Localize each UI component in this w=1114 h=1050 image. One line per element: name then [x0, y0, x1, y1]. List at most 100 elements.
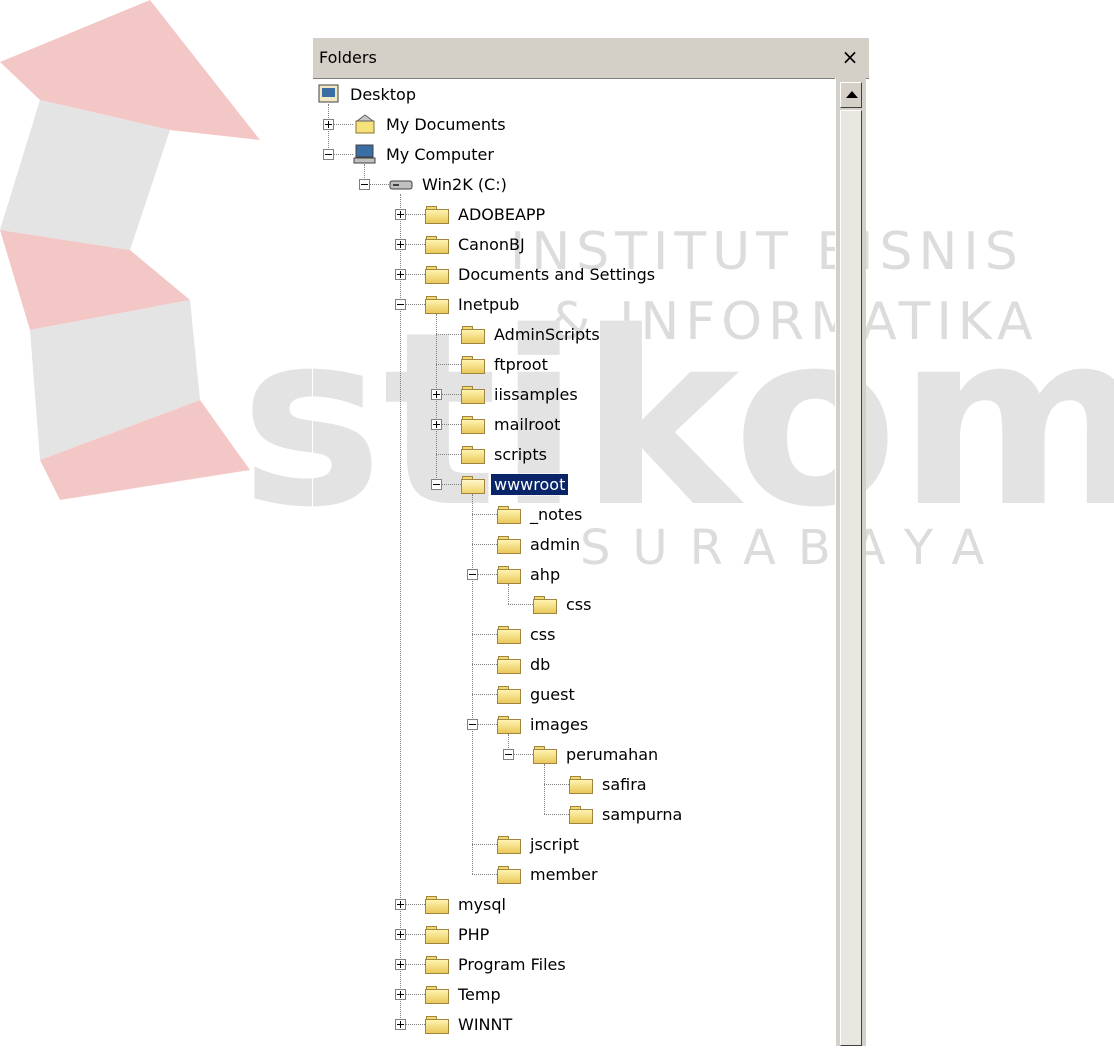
collapse-icon[interactable] [323, 149, 334, 160]
tree-item-label: My Documents [386, 114, 506, 134]
folder-icon [461, 324, 485, 344]
tree-item[interactable]: ADOBEAPP [425, 200, 548, 228]
collapse-icon[interactable] [503, 749, 514, 760]
tree-item[interactable]: WINNT [425, 1010, 515, 1038]
pane-header: Folders × [313, 38, 869, 79]
desktop-icon [317, 84, 341, 104]
folder-icon [569, 774, 593, 794]
tree-item-label: wwwroot [489, 472, 570, 496]
tree-connector [436, 454, 461, 455]
tree-item[interactable]: Temp [425, 980, 504, 1008]
tree-item[interactable]: Documents and Settings [425, 260, 658, 288]
tree-item[interactable]: ftproot [461, 350, 551, 378]
expand-icon[interactable] [431, 389, 442, 400]
tree-item[interactable]: jscript [497, 830, 582, 858]
folder-icon [497, 864, 521, 884]
tree-item-label: _notes [530, 504, 583, 524]
collapse-icon[interactable] [467, 569, 478, 580]
tree-item[interactable]: Inetpub [425, 290, 522, 318]
tree-item[interactable]: AdminScripts [461, 320, 603, 348]
my-computer-icon [353, 144, 377, 164]
tree-connector [544, 764, 545, 814]
tree-item[interactable]: Desktop [317, 80, 419, 108]
tree-item[interactable]: db [497, 650, 553, 678]
tree-item[interactable]: member [497, 860, 601, 888]
expand-icon[interactable] [395, 959, 406, 970]
folder-icon [461, 414, 485, 434]
tree-item[interactable]: My Computer [353, 140, 497, 168]
tree-item[interactable]: safira [569, 770, 650, 798]
folder-icon [497, 684, 521, 704]
tree-item-label: guest [530, 684, 575, 704]
close-button[interactable]: × [839, 46, 861, 68]
tree-connector [472, 514, 497, 515]
tree-item[interactable]: ahp [497, 560, 563, 588]
tree-item-label: images [530, 714, 589, 734]
folder-icon [533, 744, 557, 764]
tree-item[interactable]: My Documents [353, 110, 509, 138]
tree-item-label: ADOBEAPP [458, 204, 546, 224]
folder-icon [497, 564, 521, 584]
tree-item[interactable]: guest [497, 680, 578, 708]
tree-item-label: perumahan [566, 744, 659, 764]
tree-item[interactable]: _notes [497, 500, 585, 528]
collapse-icon[interactable] [467, 719, 478, 730]
tree-item-label: ahp [530, 564, 561, 584]
tree-item[interactable]: PHP [425, 920, 492, 948]
tree-connector [472, 664, 497, 665]
folder-icon [425, 1014, 449, 1034]
expand-icon[interactable] [395, 239, 406, 250]
tree-item-label: Temp [458, 984, 501, 1004]
tree-item[interactable]: css [497, 620, 558, 648]
folder-tree: Desktop My Documents My Computer Win2K (C:)… [313, 78, 835, 1046]
expand-icon[interactable] [395, 269, 406, 280]
folder-icon [425, 264, 449, 284]
scroll-up-button[interactable] [840, 82, 862, 108]
expand-icon[interactable] [395, 929, 406, 940]
expand-icon[interactable] [431, 419, 442, 430]
folder-icon [461, 354, 485, 374]
tree-item-label: AdminScripts [494, 324, 600, 344]
tree-item-label: ftproot [494, 354, 548, 374]
pane-title: Folders [319, 48, 377, 67]
tree-item[interactable]: images [497, 710, 591, 738]
scroll-thumb[interactable] [840, 110, 862, 1046]
tree-item[interactable]: perumahan [533, 740, 661, 768]
tree-item-label: CanonBJ [458, 234, 525, 254]
folder-icon [425, 294, 449, 314]
folder-icon [497, 534, 521, 554]
tree-item[interactable]: wwwroot [461, 470, 570, 498]
vertical-scrollbar[interactable] [835, 78, 866, 1046]
tree-item[interactable]: Win2K (C:) [389, 170, 510, 198]
expand-icon[interactable] [323, 119, 334, 130]
tree-item-label: Win2K (C:) [422, 174, 507, 194]
tree-item-label: Inetpub [458, 294, 520, 314]
tree-item[interactable]: mailroot [461, 410, 563, 438]
collapse-icon[interactable] [431, 479, 442, 490]
tree-item[interactable]: scripts [461, 440, 550, 468]
folder-icon [461, 384, 485, 404]
expand-icon[interactable] [395, 1019, 406, 1030]
expand-icon[interactable] [395, 899, 406, 910]
folder-icon [425, 894, 449, 914]
tree-item[interactable]: Program Files [425, 950, 569, 978]
tree-item[interactable]: css [533, 590, 594, 618]
collapse-icon[interactable] [359, 179, 370, 190]
collapse-icon[interactable] [395, 299, 406, 310]
tree-item-label: Desktop [350, 84, 416, 104]
folder-icon [533, 594, 557, 614]
expand-icon[interactable] [395, 989, 406, 1000]
tree-connector [472, 874, 497, 875]
folder-icon [461, 444, 485, 464]
folder-icon [425, 954, 449, 974]
tree-item-label: scripts [494, 444, 547, 464]
tree-item[interactable]: sampurna [569, 800, 685, 828]
tree-item[interactable]: iissamples [461, 380, 581, 408]
tree-item-label: db [530, 654, 551, 674]
tree-item[interactable]: mysql [425, 890, 509, 918]
expand-icon[interactable] [395, 209, 406, 220]
folder-icon [569, 804, 593, 824]
tree-item-label: member [530, 864, 598, 884]
tree-item[interactable]: admin [497, 530, 583, 558]
tree-item[interactable]: CanonBJ [425, 230, 528, 258]
